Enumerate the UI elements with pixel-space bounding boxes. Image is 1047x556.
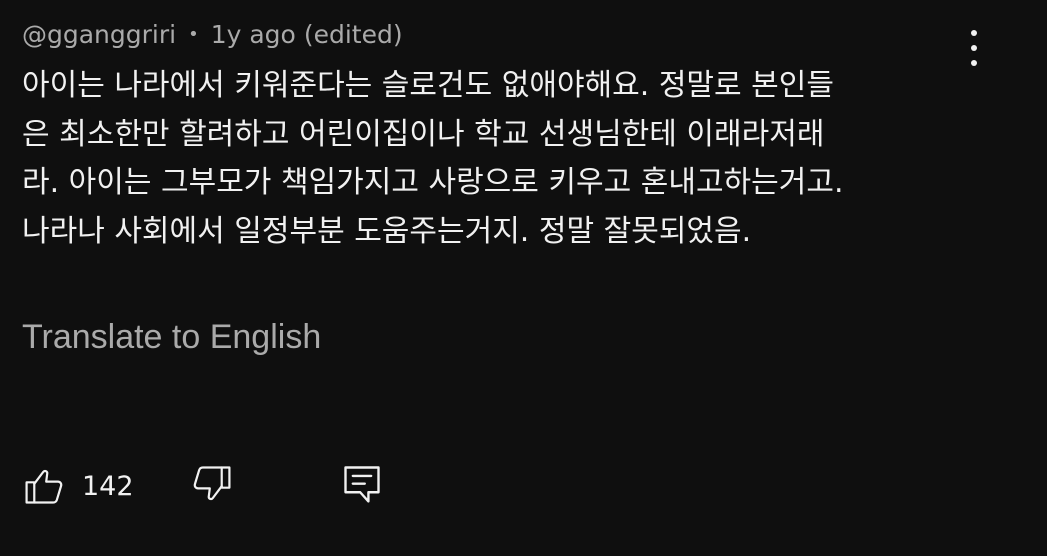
comment-header: @gganggriri • 1y ago (edited) [22, 17, 403, 51]
thumbs-up-icon [22, 464, 66, 508]
comment-card: @gganggriri • 1y ago (edited) 아이는 나라에서 키… [0, 0, 1047, 556]
comment-text-line: 라. 아이는 그부모가 책임가지고 사랑으로 키우고 혼내고하는거고. [22, 165, 844, 200]
author-handle[interactable]: @gganggriri [22, 20, 176, 49]
edited-label: (edited) [303, 19, 403, 49]
comment-text: 아이는 나라에서 키워준다는 슬로건도 없애야해요. 정말로 본인들 은 최소한… [22, 62, 962, 256]
comment-time[interactable]: 1y ago [211, 20, 296, 49]
dislike-button[interactable] [190, 458, 234, 514]
comment-text-line: 나라나 사회에서 일정부분 도움주는거지. 정말 잘못되었음. [22, 213, 752, 249]
comment-text-line: 아이는 나라에서 키워준다는 슬로건도 없애야해요. 정말로 본인들 [22, 68, 834, 103]
thumbs-down-icon [190, 462, 234, 510]
reply-button[interactable] [340, 458, 384, 514]
separator-dot: • [188, 23, 199, 45]
like-button[interactable]: 142 [22, 458, 134, 514]
reply-comment-icon [340, 462, 384, 510]
comment-actions: 142 [0, 458, 1047, 518]
translate-button[interactable]: Translate to English [22, 318, 321, 357]
like-count: 142 [82, 470, 134, 502]
comment-text-line: 은 최소한만 할려하고 어린이집이나 학교 선생님한테 이래라저래 [22, 116, 825, 152]
